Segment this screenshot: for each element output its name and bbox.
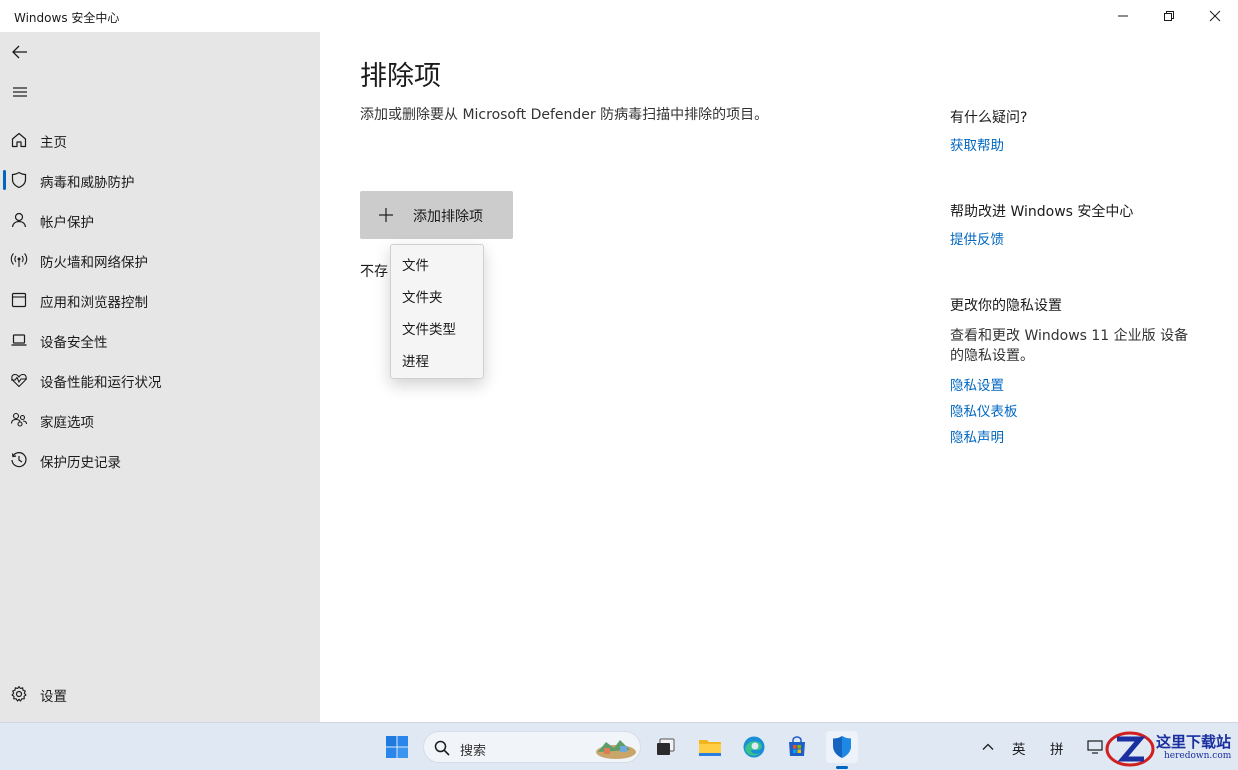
watermark-url: heredown.com [1164, 751, 1232, 761]
sidebar-item-label: 帐户保护 [40, 215, 94, 231]
sidebar: 主页 病毒和威胁防护 帐户保护 防火墙和网络保护 应用和浏览器控制 设备安全性 … [0, 32, 320, 722]
page-title: 排除项 [360, 61, 441, 92]
sidebar-item-settings[interactable]: 设置 [0, 676, 320, 712]
close-icon [1209, 10, 1221, 22]
no-exclusions-text: 不存 [360, 264, 388, 280]
watermark-text: 这里下载站 [1156, 733, 1232, 751]
history-icon [10, 451, 28, 469]
window-title: Windows 安全中心 [14, 11, 120, 25]
gear-icon [10, 685, 28, 703]
hamburger-icon [13, 87, 27, 97]
sidebar-item-label: 防火墙和网络保护 [40, 255, 148, 271]
store-icon [789, 736, 805, 756]
give-feedback-link[interactable]: 提供反馈 [950, 228, 1004, 248]
get-help-link[interactable]: 获取帮助 [950, 134, 1004, 154]
menu-item-file[interactable]: 文件 [402, 254, 429, 274]
restore-icon [1164, 11, 1174, 21]
sidebar-item-home[interactable]: 主页 [0, 122, 320, 158]
file-explorer-button[interactable] [694, 731, 726, 763]
privacy-statement-link[interactable]: 隐私声明 [950, 426, 1004, 446]
privacy-settings-link[interactable]: 隐私设置 [950, 374, 1004, 394]
sidebar-item-label: 设置 [40, 689, 67, 705]
minimize-icon [1118, 15, 1128, 17]
person-icon [10, 211, 28, 229]
minimize-button[interactable] [1100, 0, 1146, 32]
title-bar: Windows 安全中心 [0, 0, 1238, 32]
sidebar-item-account-protection[interactable]: 帐户保护 [0, 202, 320, 238]
sidebar-item-label: 应用和浏览器控制 [40, 295, 148, 311]
add-exclusion-dropdown-menu: 文件 文件夹 文件类型 进程 [390, 244, 484, 379]
taskbar-search-box[interactable]: 搜索 [423, 731, 641, 763]
sidebar-item-label: 病毒和威胁防护 [40, 175, 135, 191]
heart-pulse-icon [10, 371, 28, 389]
show-hidden-icons-button[interactable] [972, 731, 1004, 763]
privacy-description: 查看和更改 Windows 11 企业版 设备的隐私设置。 [950, 328, 1189, 364]
main-content: 排除项 添加或删除要从 Microsoft Defender 防病毒扫描中排除的… [320, 32, 1238, 722]
windows-security-taskbar-button[interactable] [826, 731, 858, 763]
menu-item-process[interactable]: 进程 [402, 350, 429, 370]
sidebar-item-label: 设备安全性 [40, 335, 108, 351]
sidebar-item-app-browser-control[interactable]: 应用和浏览器控制 [0, 282, 320, 318]
add-exclusion-button[interactable]: 添加排除项 [360, 191, 513, 239]
search-highlight-illustration-icon [596, 740, 636, 759]
sidebar-item-device-performance[interactable]: 设备性能和运行状况 [0, 362, 320, 398]
restore-button[interactable] [1146, 0, 1192, 32]
add-exclusion-label: 添加排除项 [413, 209, 483, 225]
windows-logo-icon [386, 736, 408, 758]
active-app-indicator [836, 766, 848, 769]
heredown-watermark-logo: 这里下载站 heredown.com [1104, 729, 1238, 769]
heredown-logo-icon [1105, 731, 1155, 767]
sidebar-item-label: 家庭选项 [40, 415, 94, 431]
page-description: 添加或删除要从 Microsoft Defender 防病毒扫描中排除的项目。 [360, 107, 769, 123]
sidebar-item-virus-protection[interactable]: 病毒和威胁防护 [0, 162, 320, 198]
home-icon [10, 131, 28, 149]
sidebar-item-family-options[interactable]: 家庭选项 [0, 402, 320, 438]
menu-item-file-type[interactable]: 文件类型 [402, 318, 456, 338]
search-label: 搜索 [460, 744, 487, 759]
sidebar-item-firewall[interactable]: 防火墙和网络保护 [0, 242, 320, 278]
privacy-dashboard-link[interactable]: 隐私仪表板 [950, 400, 1018, 420]
improve-heading: 帮助改进 Windows 安全中心 [950, 204, 1134, 220]
sidebar-item-label: 设备性能和运行状况 [40, 375, 162, 391]
ime-mode-indicator[interactable]: 拼 [1050, 738, 1064, 758]
back-arrow-icon [12, 45, 27, 59]
sidebar-item-protection-history[interactable]: 保护历史记录 [0, 442, 320, 478]
plus-icon [379, 208, 393, 222]
help-heading: 有什么疑问? [950, 110, 1028, 126]
wireless-icon [10, 251, 28, 269]
security-shield-icon [833, 736, 851, 758]
sidebar-item-label: 主页 [40, 135, 67, 151]
ime-language-indicator[interactable]: 英 [1012, 738, 1026, 758]
search-icon [434, 740, 450, 756]
task-view-icon [657, 738, 675, 755]
chevron-up-icon [982, 743, 994, 750]
back-button[interactable] [4, 36, 36, 68]
sidebar-item-label: 保护历史记录 [40, 455, 121, 471]
start-button[interactable] [381, 731, 413, 763]
monitor-network-icon [1087, 740, 1103, 754]
folder-icon [699, 740, 721, 756]
laptop-icon [10, 331, 28, 349]
microsoft-store-button[interactable] [781, 731, 813, 763]
app-window-icon [10, 291, 28, 309]
privacy-heading: 更改你的隐私设置 [950, 298, 1062, 314]
close-button[interactable] [1192, 0, 1238, 32]
menu-item-folder[interactable]: 文件夹 [402, 286, 443, 306]
hamburger-menu-button[interactable] [4, 76, 36, 108]
selection-indicator [3, 170, 6, 190]
edge-browser-button[interactable] [738, 731, 770, 763]
taskbar: 搜索 英 拼 这里下载站 heredown.com [0, 722, 1238, 770]
family-icon [10, 411, 28, 429]
edge-icon [743, 736, 765, 758]
task-view-button[interactable] [650, 731, 682, 763]
shield-icon [10, 171, 28, 189]
sidebar-item-device-security[interactable]: 设备安全性 [0, 322, 320, 358]
